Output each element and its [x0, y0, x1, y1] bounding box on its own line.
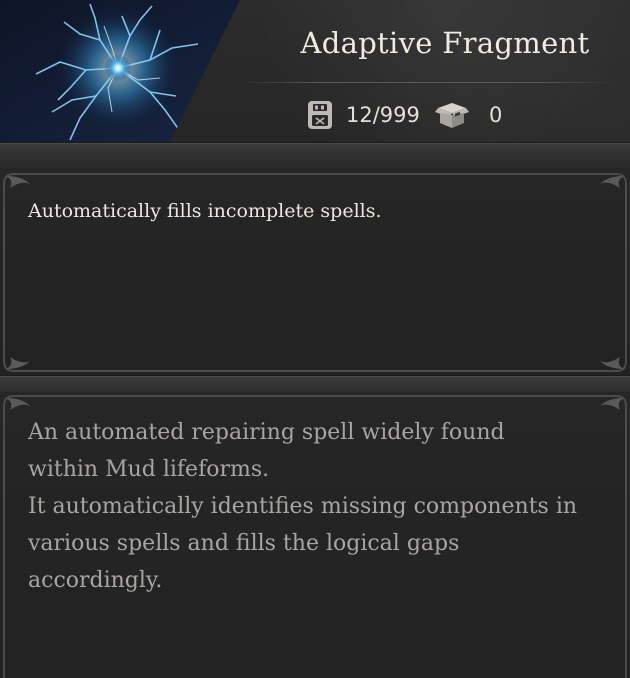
storage-value: 12/999	[346, 103, 420, 127]
stash-count: 0	[435, 98, 502, 132]
item-title: Adaptive Fragment	[300, 26, 590, 60]
stash-value: 0	[489, 103, 503, 127]
item-lore: An automated repairing spell widely foun…	[28, 420, 578, 593]
storage-count: 12/999	[306, 98, 420, 132]
item-header: Adaptive Fragment 12/999 0	[0, 0, 630, 142]
item-description: Automatically fills incomplete spells.	[28, 200, 382, 222]
description-panel: Automatically fills incomplete spells.	[0, 170, 630, 375]
title-divider	[242, 82, 614, 83]
storage-drive-icon	[308, 101, 332, 129]
box-icon	[435, 103, 469, 128]
section-divider	[0, 143, 630, 171]
lore-panel: An automated repairing spell widely foun…	[0, 392, 630, 678]
crackling-blue-orb-icon	[0, 0, 240, 142]
